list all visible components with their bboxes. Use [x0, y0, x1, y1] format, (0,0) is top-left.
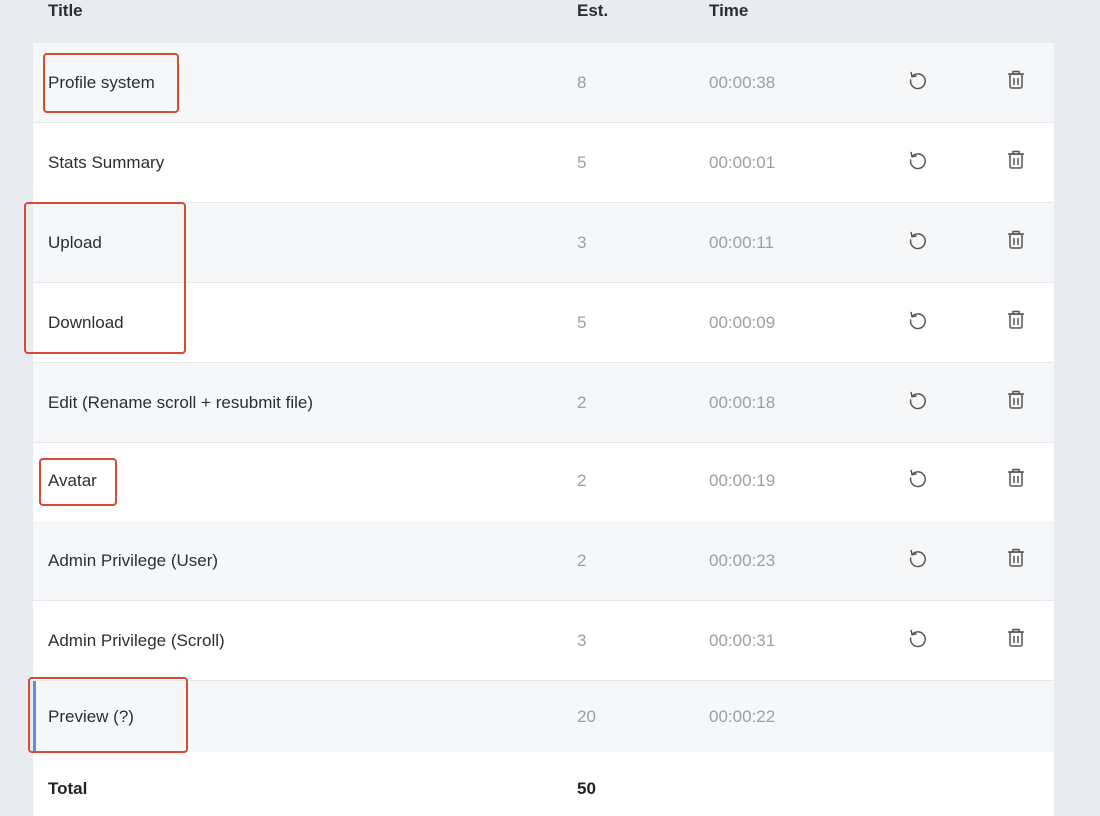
reset-icon[interactable]: [905, 307, 931, 333]
row-title: Admin Privilege (Scroll): [48, 631, 225, 650]
row-est: 2: [577, 551, 587, 570]
table-row[interactable]: Admin Privilege (User) 2 00:00:23: [33, 521, 1054, 601]
row-time: 00:00:31: [709, 631, 776, 650]
row-est: 3: [577, 233, 587, 252]
row-est: 8: [577, 73, 587, 92]
row-time: 00:00:22: [709, 707, 776, 726]
total-label: Total: [48, 779, 88, 798]
row-title: Edit (Rename scroll + resubmit file): [48, 393, 314, 412]
reset-icon[interactable]: [905, 147, 931, 173]
trash-icon[interactable]: [1003, 387, 1029, 413]
row-title: Download: [48, 313, 124, 332]
reset-icon[interactable]: [905, 227, 931, 253]
row-est: 3: [577, 631, 587, 650]
row-est: 20: [577, 707, 596, 726]
row-est: 5: [577, 313, 587, 332]
row-title: Preview (?): [48, 707, 134, 726]
header-time: Time: [709, 1, 749, 20]
row-time: 00:00:01: [709, 153, 776, 172]
active-row-indicator: [33, 681, 36, 752]
trash-icon[interactable]: [1003, 67, 1029, 93]
trash-icon[interactable]: [1003, 147, 1029, 173]
header-title: Title: [48, 1, 83, 20]
table-row[interactable]: Stats Summary 5 00:00:01: [33, 123, 1054, 203]
trash-icon[interactable]: [1003, 625, 1029, 651]
trash-icon[interactable]: [1003, 465, 1029, 491]
row-title: Upload: [48, 233, 102, 252]
table-row[interactable]: Avatar 2 00:00:19: [33, 443, 1054, 523]
table-header: Title Est. Time: [33, 0, 1054, 43]
table-row[interactable]: Download 5 00:00:09: [33, 283, 1054, 363]
table-row[interactable]: Profile system 8 00:00:38: [33, 43, 1054, 123]
table-row-active[interactable]: Preview (?) 20 00:00:22: [33, 681, 1054, 753]
table-row[interactable]: Admin Privilege (Scroll) 3 00:00:31: [33, 601, 1054, 681]
reset-icon[interactable]: [905, 67, 931, 93]
header-est: Est.: [577, 1, 609, 20]
table-row[interactable]: Upload 3 00:00:11: [33, 203, 1054, 283]
total-value: 50: [577, 779, 596, 798]
row-title: Profile system: [48, 73, 155, 92]
row-time: 00:00:09: [709, 313, 776, 332]
row-time: 00:00:18: [709, 393, 776, 412]
row-time: 00:00:19: [709, 471, 776, 490]
trash-icon[interactable]: [1003, 227, 1029, 253]
row-title: Stats Summary: [48, 153, 165, 172]
row-title: Admin Privilege (User): [48, 551, 219, 570]
row-time: 00:00:38: [709, 73, 776, 92]
row-title: Avatar: [48, 471, 97, 490]
row-est: 2: [577, 393, 587, 412]
row-time: 00:00:23: [709, 551, 776, 570]
trash-icon[interactable]: [1003, 307, 1029, 333]
reset-icon[interactable]: [905, 625, 931, 651]
reset-icon[interactable]: [905, 387, 931, 413]
row-time: 00:00:11: [709, 233, 774, 252]
total-row: Total 50: [33, 752, 1054, 816]
reset-icon[interactable]: [905, 465, 931, 491]
stories-table: Title Est. Time Profile system 8 00:00:3…: [33, 0, 1054, 816]
reset-icon[interactable]: [905, 545, 931, 571]
table-row[interactable]: Edit (Rename scroll + resubmit file) 2 0…: [33, 363, 1054, 443]
trash-icon[interactable]: [1003, 545, 1029, 571]
row-est: 5: [577, 153, 587, 172]
row-est: 2: [577, 471, 587, 490]
